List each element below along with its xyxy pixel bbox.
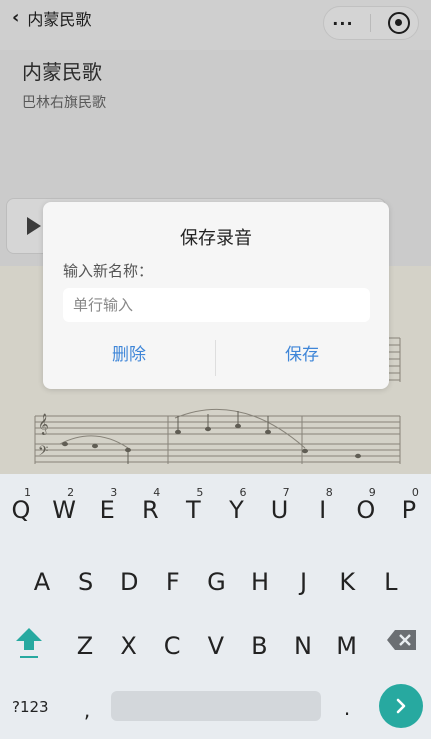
key-m[interactable]: M [326, 616, 368, 666]
key-label: P [401, 496, 417, 524]
key-e[interactable]: E3 [86, 480, 128, 530]
soft-keyboard: Q1W2E3R4T5Y6U7I8O9P0ASDFGHJKLZXCVBNM ?12… [0, 474, 431, 739]
key-label: M [336, 632, 357, 660]
key-q[interactable]: Q1 [0, 480, 42, 530]
shift-arrow-icon [16, 628, 42, 658]
key-p[interactable]: P0 [388, 480, 430, 530]
key-label: K [339, 568, 356, 596]
key-number-hint: 1 [24, 486, 31, 499]
key-t[interactable]: T5 [172, 480, 214, 530]
save-button[interactable]: 保存 [216, 340, 388, 380]
key-j[interactable]: J [283, 552, 325, 602]
key-label: X [120, 632, 137, 660]
shift-key[interactable] [14, 624, 44, 664]
key-number-hint: 4 [153, 486, 161, 499]
key-label: N [294, 632, 312, 660]
key-k[interactable]: K [326, 552, 368, 602]
dialog-title: 保存录音 [180, 228, 252, 249]
comma-key[interactable]: , [80, 698, 94, 722]
period-key[interactable]: . [340, 696, 354, 720]
key-g[interactable]: G [195, 552, 237, 602]
key-n[interactable]: N [282, 616, 324, 666]
key-label: W [52, 496, 76, 524]
key-label: J [300, 568, 308, 596]
key-label: B [251, 632, 268, 660]
symbols-key[interactable]: ?123 [12, 698, 49, 716]
key-c[interactable]: C [151, 616, 193, 666]
key-label: Q [11, 496, 31, 524]
key-label: U [270, 496, 289, 524]
key-label: Y [229, 496, 244, 524]
key-label: D [119, 568, 139, 596]
backspace-icon [387, 630, 416, 650]
key-u[interactable]: U7 [259, 480, 301, 530]
key-v[interactable]: V [195, 616, 237, 666]
key-label: I [319, 496, 327, 524]
key-label: G [207, 568, 226, 596]
key-r[interactable]: R4 [129, 480, 171, 530]
key-label: S [77, 568, 94, 596]
key-label: T [186, 496, 201, 524]
key-label: R [141, 496, 159, 524]
key-number-hint: 3 [110, 486, 118, 499]
enter-key[interactable] [379, 684, 423, 728]
new-name-input[interactable] [63, 288, 370, 322]
key-h[interactable]: H [239, 552, 281, 602]
key-x[interactable]: X [108, 616, 150, 666]
key-number-hint: 0 [411, 486, 419, 499]
backspace-key[interactable] [386, 628, 418, 652]
delete-button[interactable]: 删除 [43, 340, 215, 380]
key-number-hint: 5 [196, 486, 204, 499]
key-label: C [163, 632, 181, 660]
key-label: O [356, 496, 376, 524]
key-number-hint: 7 [282, 486, 290, 499]
key-label: E [99, 496, 115, 524]
key-o[interactable]: O9 [345, 480, 387, 530]
key-number-hint: 9 [368, 486, 376, 499]
name-field-label: 输入新名称： [63, 262, 154, 280]
key-label: V [207, 632, 224, 660]
key-z[interactable]: Z [64, 616, 106, 666]
key-f[interactable]: F [152, 552, 194, 602]
key-w[interactable]: W2 [43, 480, 85, 530]
key-s[interactable]: S [65, 552, 107, 602]
key-label: Z [76, 632, 94, 660]
key-number-hint: 2 [67, 486, 75, 499]
key-i[interactable]: I8 [302, 480, 344, 530]
key-b[interactable]: B [238, 616, 280, 666]
chevron-right-icon [396, 698, 406, 714]
key-y[interactable]: Y6 [216, 480, 258, 530]
key-label: A [33, 568, 51, 596]
key-label: H [250, 568, 270, 596]
app-page: ‹ 内蒙民歌 ··· 内蒙民歌 巴林右旗民歌 𝄞 𝄢 保存录音 输入新名称： 单… [0, 0, 431, 474]
key-label: L [384, 568, 398, 596]
space-key[interactable] [111, 691, 321, 721]
key-number-hint: 8 [325, 486, 333, 499]
key-d[interactable]: D [108, 552, 150, 602]
key-a[interactable]: A [21, 552, 63, 602]
key-label: F [165, 568, 180, 596]
key-number-hint: 6 [239, 486, 247, 499]
save-recording-dialog: 保存录音 输入新名称： 删除 保存 [43, 202, 389, 389]
key-l[interactable]: L [370, 552, 412, 602]
